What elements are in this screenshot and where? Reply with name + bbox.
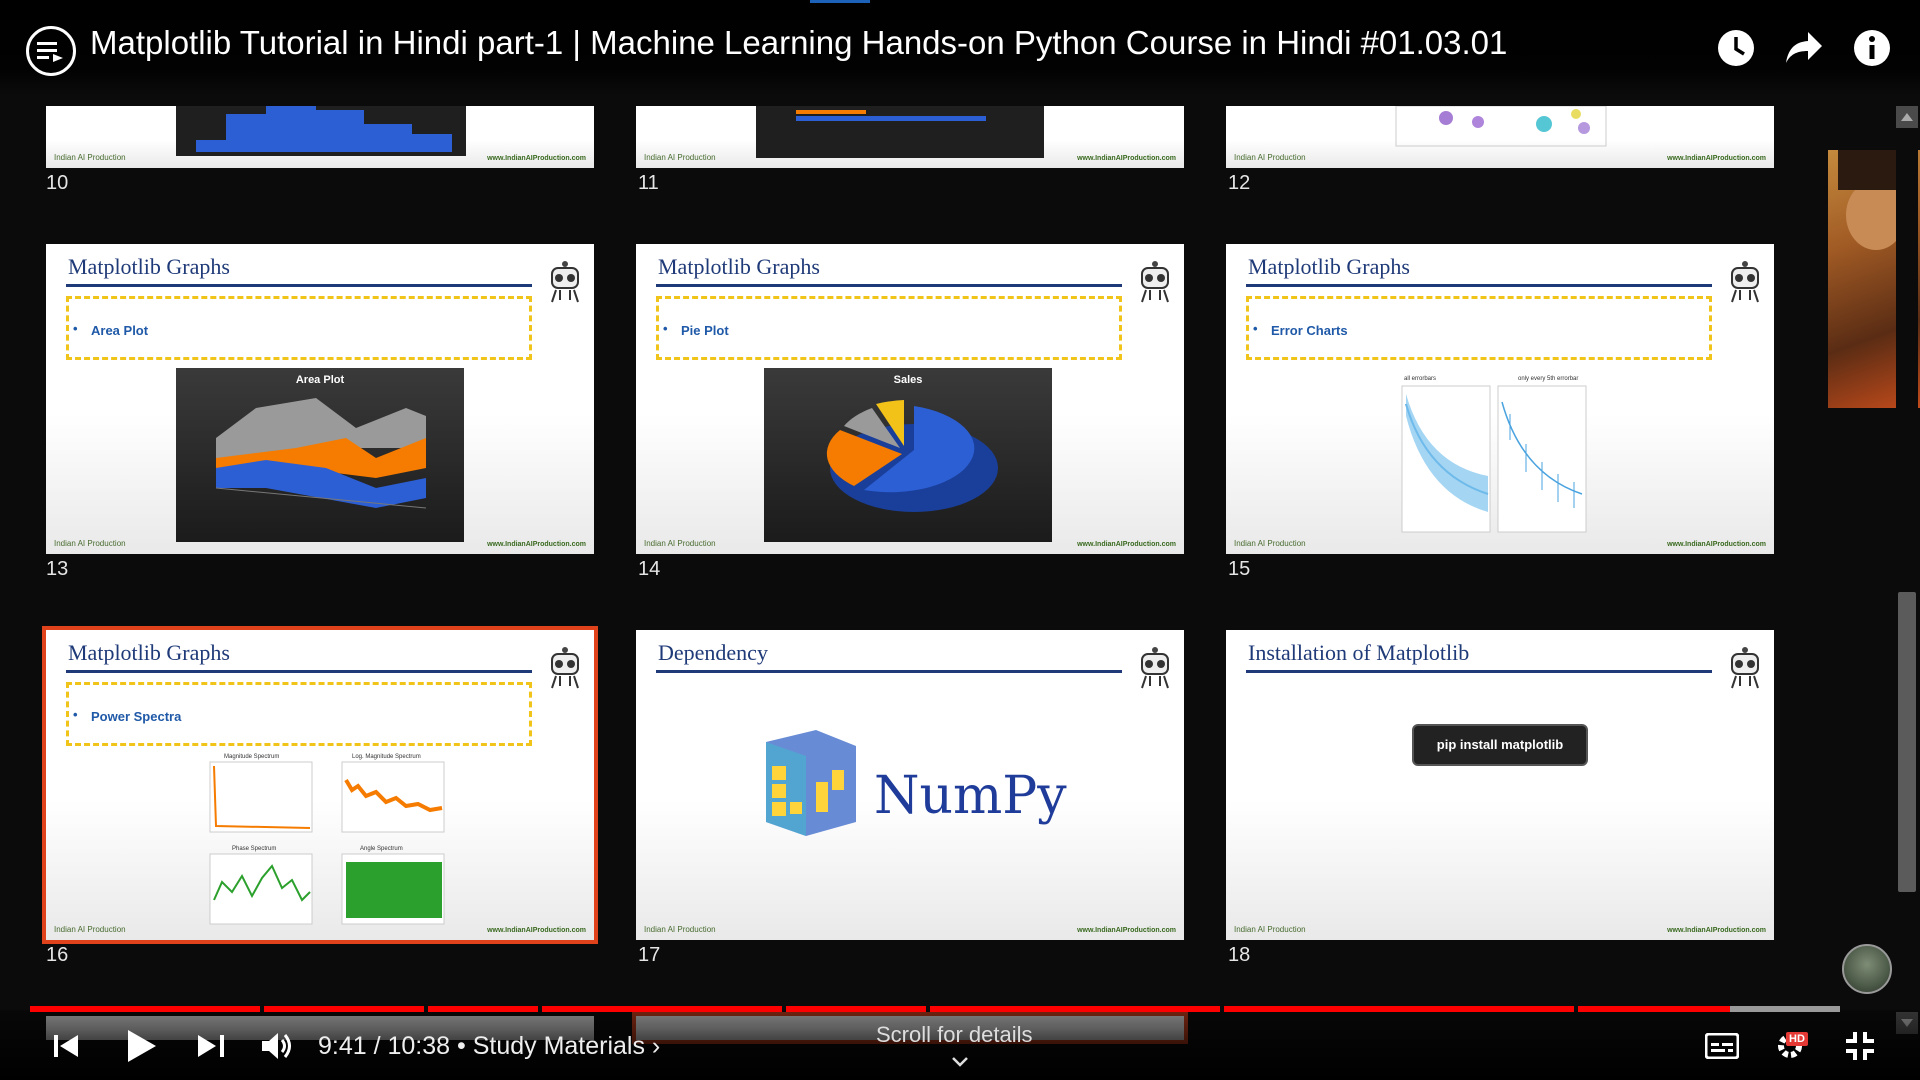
numpy-cube-icon [766,730,856,836]
slide-15[interactable]: Matplotlib Graphs Error Charts all error… [1226,244,1774,554]
error-charts-drawing [1401,385,1587,533]
install-command-box: pip install matplotlib [1412,724,1588,766]
slide-16-selected[interactable]: Matplotlib Graphs Power Spectra Magnitud… [42,626,598,944]
slide-number-16: 16 [46,944,69,966]
power-spectra-drawing [209,761,445,925]
slide-title: Matplotlib Graphs [658,254,820,279]
footer-url: www.IndianAIProduction.com [1667,155,1766,162]
robot-logo-icon [551,261,579,303]
chart-title: Sales [893,374,923,386]
chapter-segment[interactable] [428,1006,538,1012]
bullet-box: Area Plot [66,296,532,360]
slide-number-11: 11 [638,172,659,194]
scroll-thumb[interactable] [1898,592,1916,892]
footer-brand: Indian AI Production [1234,925,1306,934]
share-icon[interactable] [1778,22,1830,74]
chapter-segment[interactable] [1224,1006,1574,1012]
seek-bar[interactable] [30,1006,1840,1012]
slide-title: Matplotlib Graphs [68,254,230,279]
bullet-text: Area Plot [73,321,148,338]
footer-brand: Indian AI Production [644,925,716,934]
playlist-icon[interactable] [26,26,76,76]
chapter-segment-unplayed[interactable] [1730,1006,1840,1012]
settings-gear-icon[interactable] [1770,1024,1810,1068]
footer-brand: Indian AI Production [1234,153,1306,162]
footer-url: www.IndianAIProduction.com [1077,541,1176,548]
bullet-box: Pie Plot [656,296,1122,360]
footer-url: www.IndianAIProduction.com [1077,155,1176,162]
footer-brand: Indian AI Production [54,153,126,162]
title-rule [656,670,1122,673]
footer-url: www.IndianAIProduction.com [487,927,586,934]
info-icon[interactable] [1846,22,1898,74]
footer-brand: Indian AI Production [644,539,716,548]
slide-number-15: 15 [1228,558,1251,580]
slide-17[interactable]: Dependency NumPy Indian AI Production ww… [636,630,1184,940]
robot-logo-icon [1141,647,1169,689]
footer-url: www.IndianAIProduction.com [487,541,586,548]
slide-12[interactable]: Indian AI Production www.IndianAIProduct… [1226,106,1774,168]
bullet-text: Pie Plot [663,321,729,338]
slide-number-10: 10 [46,172,69,194]
top-indicator [810,0,870,3]
volume-icon[interactable] [260,1024,296,1068]
footer-url: www.IndianAIProduction.com [1667,927,1766,934]
robot-logo-icon [1731,647,1759,689]
chapter-segment[interactable] [930,1006,1220,1012]
area-plot-drawing [215,398,427,509]
previous-icon[interactable] [52,1024,82,1068]
chapter-segment[interactable] [786,1006,926,1012]
next-icon[interactable] [196,1024,226,1068]
title-rule [656,284,1122,287]
watch-later-icon[interactable] [1710,22,1762,74]
video-title-bar: Matplotlib Tutorial in Hindi part-1 | Ma… [0,0,1920,96]
slide-grid: Indian AI Production www.IndianAIProduct… [0,0,1920,1080]
footer-brand: Indian AI Production [54,925,126,934]
slide-number-13: 13 [46,558,69,580]
chapter-segment[interactable] [30,1006,260,1012]
title-rule [66,284,532,287]
pie-plot-image: Sales [764,368,1052,542]
chapter-segment[interactable] [542,1006,782,1012]
footer-url: www.IndianAIProduction.com [1667,541,1766,548]
title-rule [1246,670,1712,673]
chapter-segment[interactable] [264,1006,424,1012]
slide-title: Dependency [658,640,768,665]
chevron-down-icon[interactable] [950,1052,970,1072]
footer-url: www.IndianAIProduction.com [487,155,586,162]
slide-13[interactable]: Matplotlib Graphs Area Plot Area Plot In… [46,244,594,554]
channel-avatar[interactable] [1842,944,1892,994]
footer-brand: Indian AI Production [644,153,716,162]
slide-10[interactable]: Indian AI Production www.IndianAIProduct… [46,106,594,168]
pie-plot-drawing [826,400,998,512]
scroll-for-details[interactable]: Scroll for details [876,1022,1033,1048]
slide-number-18: 18 [1228,944,1251,966]
slide-number-12: 12 [1228,172,1251,194]
footer-url: www.IndianAIProduction.com [1077,927,1176,934]
robot-logo-icon [1141,261,1169,303]
play-icon[interactable] [124,1024,160,1068]
footer-brand: Indian AI Production [1234,539,1306,548]
slide-number-14: 14 [638,558,661,580]
slide-11[interactable]: Indian AI Production www.IndianAIProduct… [636,106,1184,168]
slide-number-17: 17 [638,944,661,966]
slide-14[interactable]: Matplotlib Graphs Pie Plot Sales Indian … [636,244,1184,554]
subtitles-icon[interactable] [1702,1024,1742,1068]
chart-title: Area Plot [295,374,345,386]
footer-brand: Indian AI Production [54,539,126,548]
slide-title: Installation of Matplotlib [1248,640,1470,665]
numpy-logo-text: NumPy [874,766,1067,826]
exit-fullscreen-icon[interactable] [1840,1024,1880,1068]
time-and-chapter[interactable]: 9:41 / 10:38 • Study Materials › [318,1032,660,1061]
video-title[interactable]: Matplotlib Tutorial in Hindi part-1 | Ma… [90,24,1507,62]
area-plot-image: Area Plot [176,368,464,542]
slide-18[interactable]: Installation of Matplotlib pip install m… [1226,630,1774,940]
hd-badge: HD [1786,1032,1808,1046]
scroll-up-arrow-icon[interactable] [1896,106,1918,128]
